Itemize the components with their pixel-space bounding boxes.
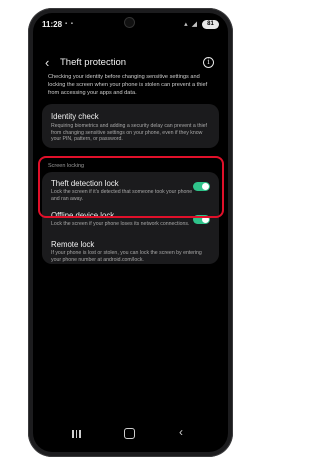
- identity-check-title: Identity check: [51, 112, 99, 121]
- back-icon[interactable]: ‹: [179, 425, 183, 439]
- signal-icons: ▴ ◢: [184, 21, 198, 28]
- intro-text: Checking your identity before changing s…: [48, 74, 208, 96]
- home-icon[interactable]: [124, 428, 135, 439]
- identity-check-description: Requiring biometrics and adding a securi…: [51, 123, 208, 143]
- page-title: Theft protection: [60, 57, 127, 68]
- remote-lock-row[interactable]: Remote lock If your phone is lost or sto…: [42, 235, 219, 264]
- remote-lock-description: If your phone is lost or stolen, you can…: [51, 250, 202, 263]
- navigation-bar: ‹: [33, 425, 228, 447]
- remote-lock-title: Remote lock: [51, 240, 95, 249]
- highlight-box: [38, 156, 224, 218]
- front-camera: [125, 18, 134, 27]
- battery-icon: 81: [202, 20, 219, 29]
- notification-icons: ▪ ▪: [65, 21, 74, 27]
- identity-check-card[interactable]: Identity check Requiring biometrics and …: [42, 104, 219, 148]
- recents-icon[interactable]: [71, 429, 81, 439]
- title-bar: ‹ Theft protection i: [33, 55, 228, 73]
- status-time: 11:28: [42, 20, 63, 29]
- offline-device-lock-description: Lock the screen if your phone loses its …: [51, 221, 190, 227]
- back-arrow-icon[interactable]: ‹: [45, 56, 49, 69]
- status-bar: 11:28 ▪ ▪ ▴ ◢ 81: [33, 13, 228, 35]
- phone-screen: 11:28 ▪ ▪ ▴ ◢ 81 ‹ Theft protection i Ch…: [33, 13, 228, 452]
- info-icon[interactable]: i: [203, 57, 214, 68]
